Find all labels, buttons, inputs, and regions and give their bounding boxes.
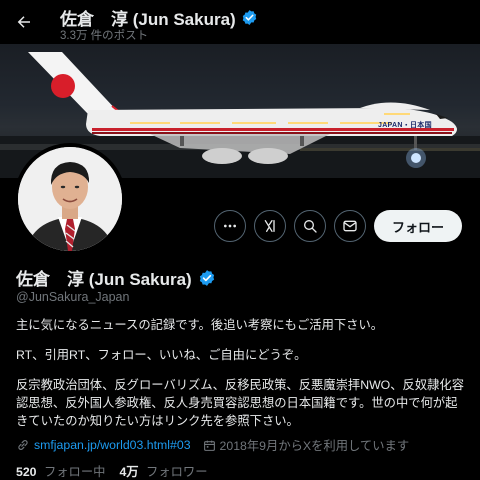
more-button[interactable] xyxy=(213,210,246,242)
joined-date: 2018年9月からXを利用しています xyxy=(219,439,410,453)
profile-link[interactable]: smfjapan.jp/world03.html#03 xyxy=(34,438,191,452)
verified-badge-icon xyxy=(242,10,256,25)
followers-label: フォロワー xyxy=(146,465,208,479)
grok-button[interactable] xyxy=(253,210,286,242)
bio-paragraph: RT、引用RT、フォロー、いいね、ご自由にどうぞ。 xyxy=(16,348,307,362)
following-stat[interactable]: 520 フォロー中 xyxy=(16,462,105,480)
message-button[interactable] xyxy=(333,210,366,242)
avatar[interactable] xyxy=(18,147,122,251)
search-button[interactable] xyxy=(293,210,326,242)
profile-stats: 520 フォロー中 4万 フォロワー xyxy=(16,462,222,480)
link-icon xyxy=(18,440,28,450)
back-button[interactable] xyxy=(12,10,36,34)
profile-handle: @JunSakura_Japan xyxy=(16,290,130,304)
top-bar: 佐倉 淳 (Jun Sakura) 3.3万 件のポスト xyxy=(0,0,480,44)
post-count: 3.3万 件のポスト xyxy=(60,30,149,42)
avatar-image xyxy=(18,147,122,251)
bio-paragraph: 反宗教政治団体、反グローバリズム、反移民政策、反悪魔崇拝NWO、反奴隷化容認思想… xyxy=(16,378,465,428)
back-arrow-icon xyxy=(17,16,30,28)
profile-bio: 主に気になるニュースの記録です。後追い考察にもご活用下さい。 RT、引用RT、フ… xyxy=(16,316,466,442)
aircraft-text: JAPAN・日本国 xyxy=(378,122,432,129)
search-icon xyxy=(303,220,317,233)
more-icon xyxy=(223,224,236,228)
profile-name: 佐倉 淳 (Jun Sakura) xyxy=(16,270,192,289)
followers-count: 4万 xyxy=(119,465,139,479)
follow-button[interactable]: フォロー xyxy=(373,210,462,242)
profile-meta: smfjapan.jp/world03.html#03 2018年9月からXを利… xyxy=(16,436,409,454)
following-label: フォロー中 xyxy=(43,465,106,479)
avatar-frame[interactable] xyxy=(14,143,126,255)
verified-badge-icon[interactable] xyxy=(198,269,216,287)
calendar-icon xyxy=(203,440,215,451)
profile-actions: フォロー xyxy=(213,210,462,242)
followers-stat[interactable]: 4万 フォロワー xyxy=(119,462,207,480)
following-count: 520 xyxy=(16,465,37,479)
message-icon xyxy=(343,220,357,232)
bio-paragraph: 主に気になるニュースの記録です。後追い考察にもご活用下さい。 xyxy=(16,318,384,332)
grok-icon xyxy=(264,220,275,232)
profile-name-row: 佐倉 淳 (Jun Sakura) xyxy=(16,265,216,290)
